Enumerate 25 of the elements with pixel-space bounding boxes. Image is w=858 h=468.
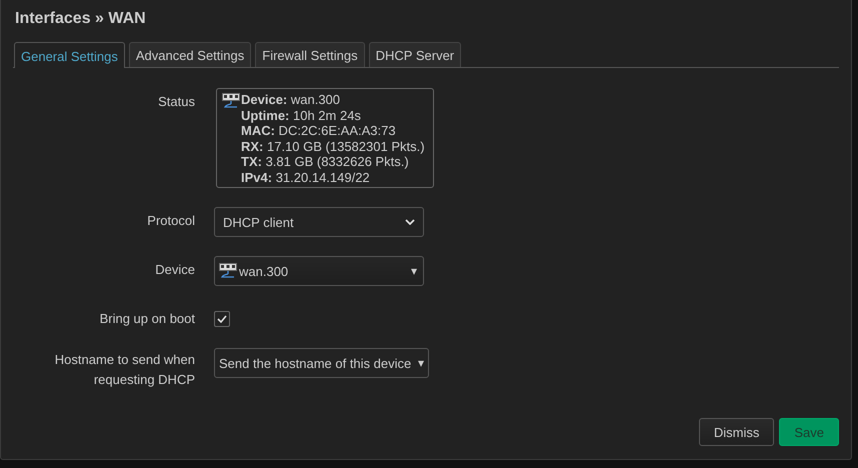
status-line: TX: 3.81 GB (8332626 Pkts.) bbox=[241, 154, 410, 170]
tab[interactable]: General Settings bbox=[14, 42, 125, 68]
hostname-dropdown[interactable]: Send the hostname of this device ▾ bbox=[214, 348, 429, 378]
field-label: Protocol bbox=[146, 212, 196, 230]
status-line: Uptime: 10h 2m 24s bbox=[241, 108, 362, 123]
tab[interactable]: Advanced Settings bbox=[128, 42, 252, 67]
status-line: Device: wan.300 bbox=[241, 92, 342, 108]
status-line: MAC: DC:2C:6E:AA:A3:73 bbox=[241, 123, 397, 138]
chevron-down-icon bbox=[405, 219, 415, 225]
dialog-title: Interfaces » WAN bbox=[15, 10, 147, 29]
field-label: Device bbox=[154, 261, 196, 279]
checkbox[interactable] bbox=[214, 311, 230, 327]
network-port-icon bbox=[219, 263, 237, 279]
device-dropdown[interactable]: wan.300 ▾ bbox=[214, 256, 424, 286]
protocol-select[interactable]: DHCP client bbox=[214, 207, 424, 237]
dismiss-button[interactable]: Dismiss bbox=[698, 418, 774, 446]
status-line: IPv4: 31.20.14.149/22 bbox=[241, 170, 371, 185]
tab[interactable]: DHCP Server bbox=[368, 42, 462, 67]
field-label: Hostname to send when requesting DHCP bbox=[54, 351, 196, 389]
checkmark-icon bbox=[217, 315, 227, 323]
field-label: Bring up on boot bbox=[98, 310, 196, 328]
network-port-icon bbox=[222, 93, 240, 109]
status-line: RX: 17.10 GB (13582301 Pkts.) bbox=[241, 138, 425, 154]
field-label: Status bbox=[157, 93, 196, 111]
tab[interactable]: Firewall Settings bbox=[255, 42, 365, 67]
